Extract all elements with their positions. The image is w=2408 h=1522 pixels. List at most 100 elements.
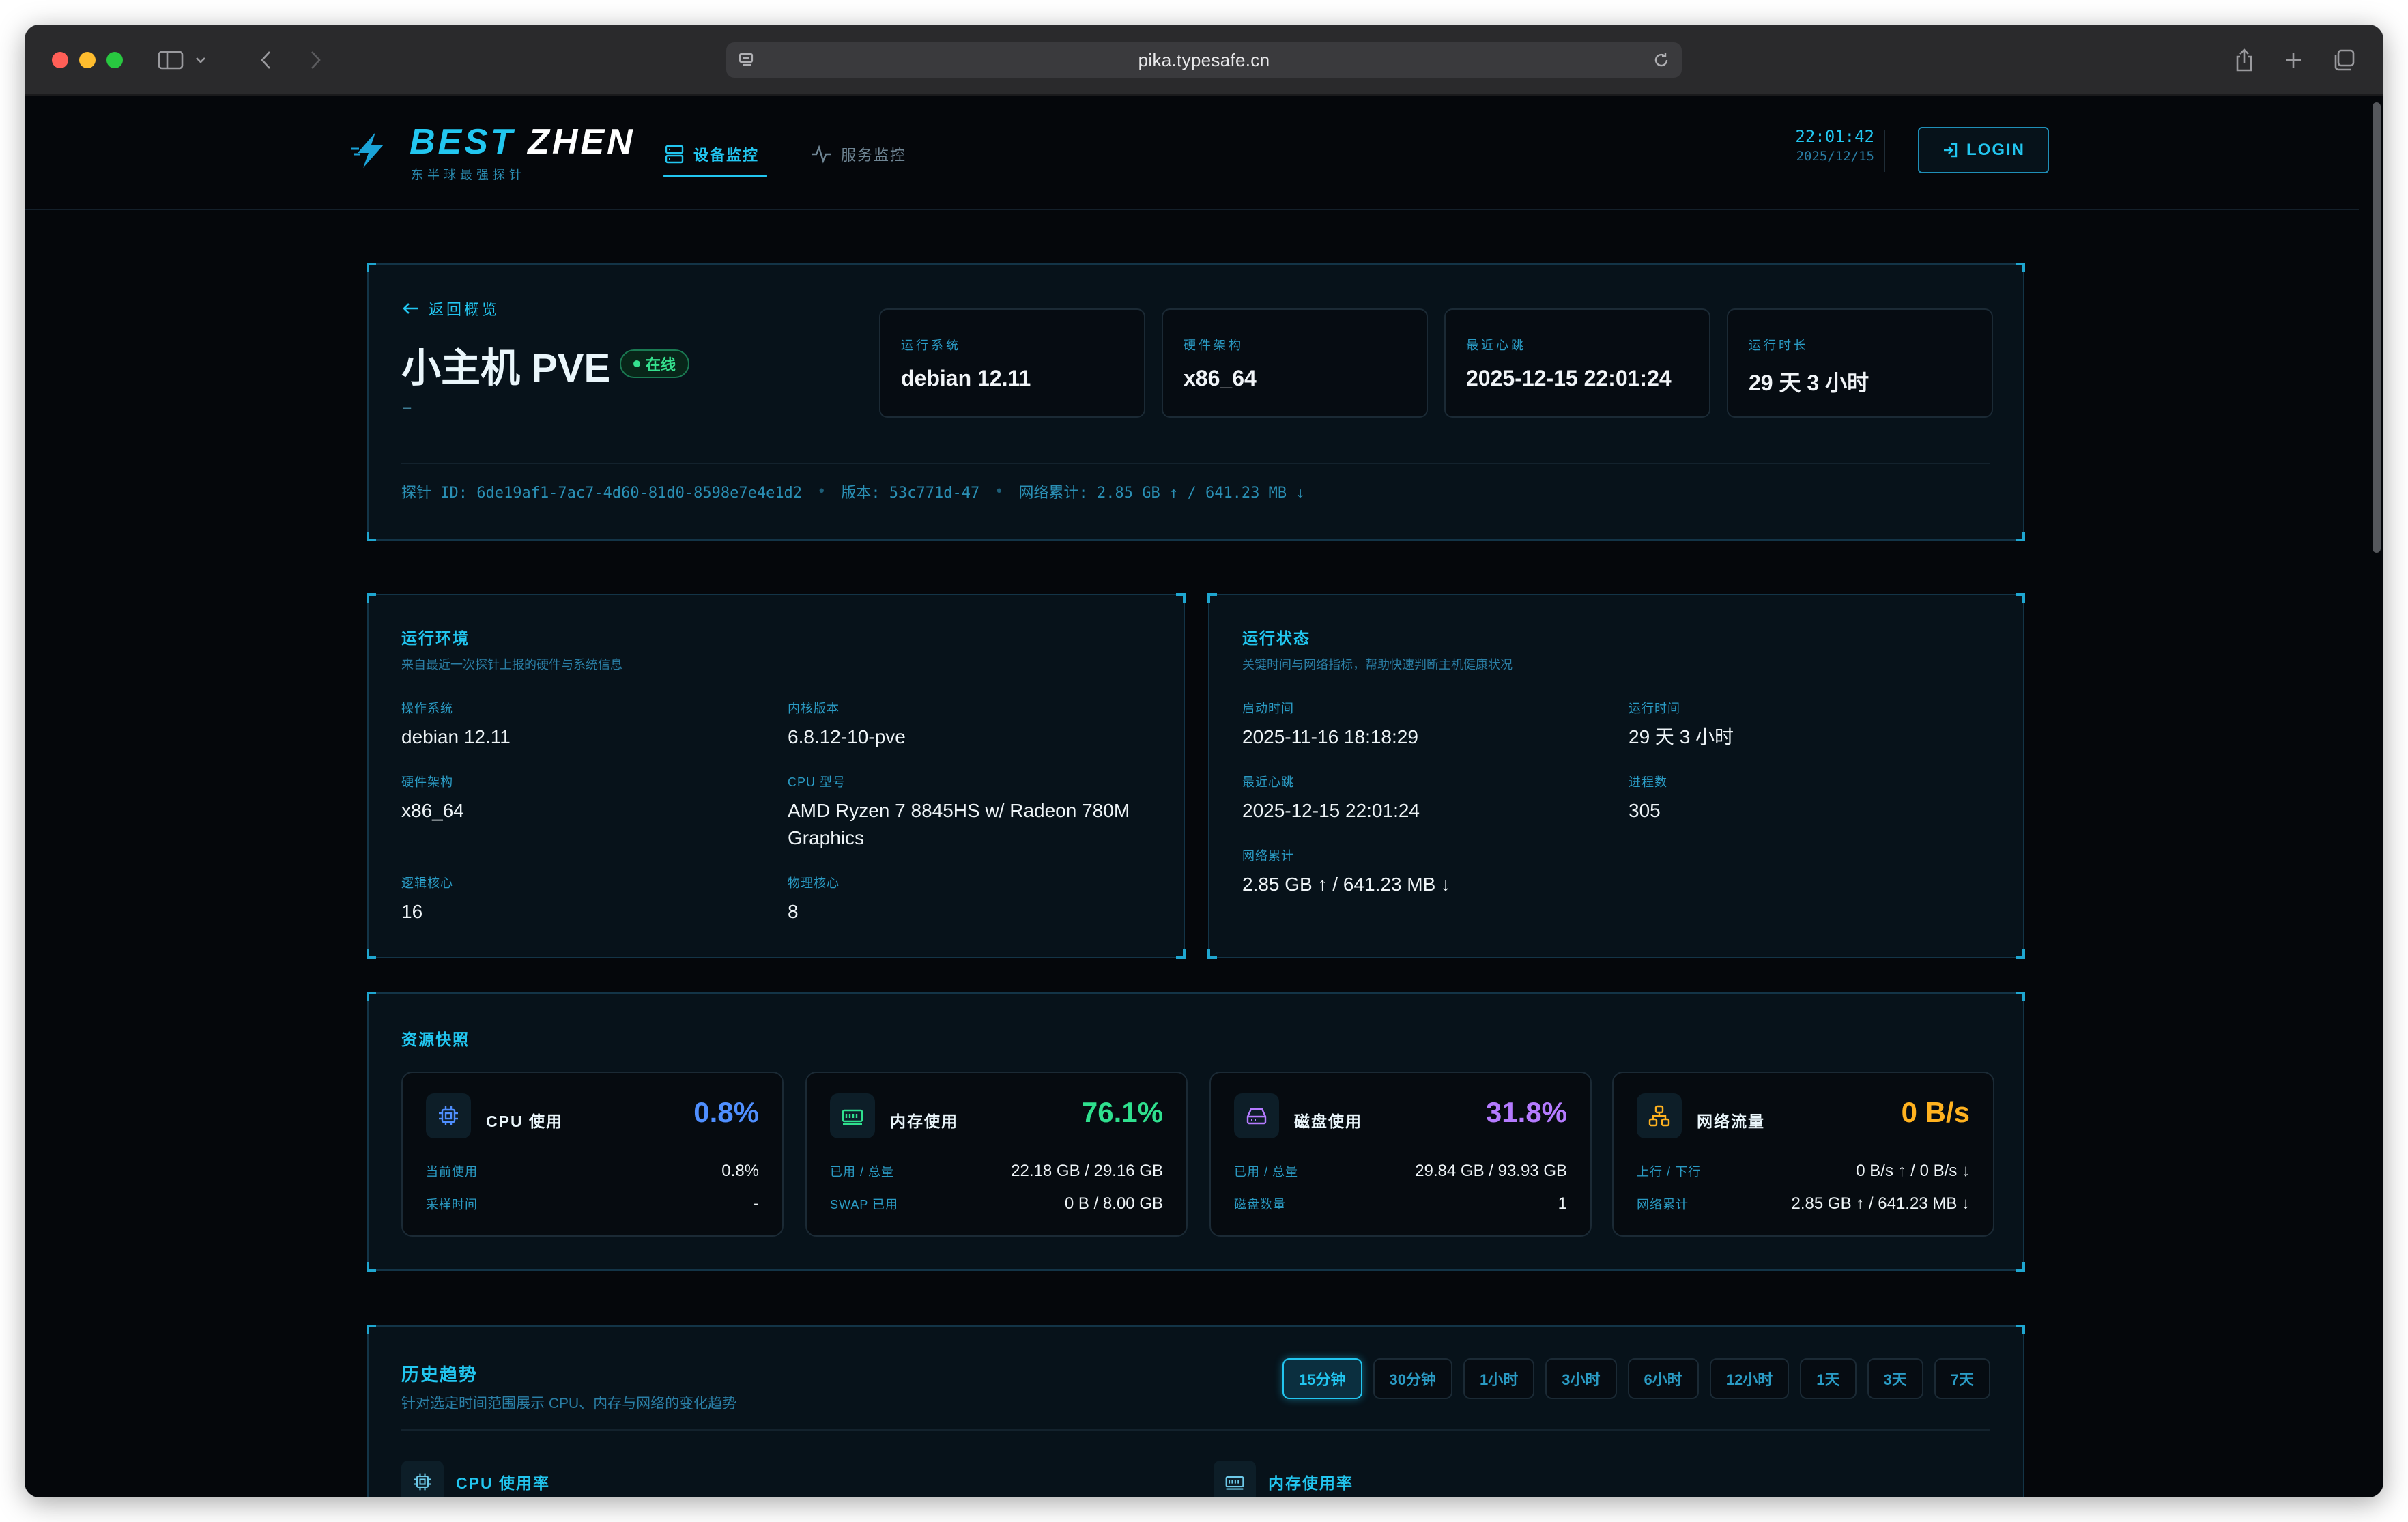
url-text: pika.typesafe.cn — [1138, 49, 1270, 70]
card-row: 已用 / 总量 22.18 GB / 29.16 GB — [830, 1162, 1163, 1181]
address-bar[interactable]: pika.typesafe.cn — [726, 42, 1682, 78]
status-net-total: 网络累计 2.85 GB ↑ / 641.23 MB ↓ — [1242, 846, 1450, 898]
card-title: CPU 使用 — [486, 1112, 563, 1130]
range-15m-button[interactable]: 15分钟 — [1282, 1358, 1362, 1399]
range-7d-button[interactable]: 7天 — [1934, 1358, 1990, 1399]
scrollbar[interactable] — [2373, 102, 2381, 553]
card-row: 网络累计 2.85 GB ↑ / 641.23 MB ↓ — [1637, 1194, 1970, 1214]
env-os: 操作系统 debian 12.11 — [401, 699, 511, 751]
row-value: 29.84 GB / 93.93 GB — [1415, 1162, 1567, 1180]
row-value: - — [754, 1194, 759, 1213]
nav-device-monitor[interactable]: 设备监控 — [663, 138, 759, 171]
row-value: 1 — [1558, 1194, 1567, 1213]
stat-arch: 硬件架构 x86_64 — [1162, 308, 1428, 418]
card-title: 内存使用 — [890, 1112, 958, 1130]
nav-service-monitor[interactable]: 服务监控 — [811, 138, 906, 171]
stat-value: x86_64 — [1184, 366, 1257, 390]
range-30m-button[interactable]: 30分钟 — [1373, 1358, 1453, 1399]
nav-device-monitor-label: 设备监控 — [693, 147, 760, 164]
time-range-selector: 15分钟 30分钟 1小时 3小时 6小时 12小时 1天 3天 7天 — [1282, 1358, 1990, 1399]
resources-title: 资源快照 — [401, 1031, 470, 1048]
cpu-chart-header: CPU 使用率 — [401, 1461, 550, 1497]
card-value: 31.8% — [1485, 1096, 1567, 1128]
back-label: 返回概览 — [429, 301, 500, 318]
brand-name-part-1: BEST — [410, 122, 515, 162]
browser-window: pika.typesafe.cn BEST ZHEN 东半球最强探针 设备监控 … — [25, 25, 2383, 1497]
status-value: 2.85 GB ↑ / 641.23 MB ↓ — [1242, 874, 1451, 895]
page-settings-icon[interactable] — [737, 51, 756, 73]
stat-uptime: 运行时长 29 天 3 小时 — [1727, 308, 1993, 418]
status-key: 进程数 — [1629, 775, 1667, 789]
login-button[interactable]: LOGIN — [1918, 127, 2049, 173]
env-key: 操作系统 — [401, 702, 453, 715]
history-trends-panel: 历史趋势 针对选定时间范围展示 CPU、内存与网络的变化趋势 15分钟 30分钟… — [367, 1325, 2025, 1497]
forward-nav-icon[interactable] — [302, 45, 329, 75]
chevron-down-icon[interactable] — [192, 45, 209, 75]
row-value: 0 B/s ↑ / 0 B/s ↓ — [1856, 1162, 1970, 1180]
stat-value: 29 天 3 小时 — [1749, 371, 1869, 395]
host-overview-panel: 返回概览 小主机 PVE 在线 – 运行系统 debian 12.11 硬件架构… — [367, 263, 2025, 541]
range-3h-button[interactable]: 3小时 — [1545, 1358, 1617, 1399]
status-dot — [633, 360, 640, 367]
environment-subtitle: 来自最近一次探针上报的硬件与系统信息 — [401, 658, 622, 672]
status-badge: 在线 — [620, 349, 690, 378]
divider — [401, 463, 1990, 464]
cpu-icon — [401, 1461, 444, 1497]
env-value: AMD Ryzen 7 8845HS w/ Radeon 780M Graphi… — [788, 800, 1130, 848]
range-12h-button[interactable]: 12小时 — [1709, 1358, 1790, 1399]
new-tab-icon[interactable] — [2280, 45, 2307, 75]
status-key: 启动时间 — [1242, 702, 1294, 715]
status-key: 运行时间 — [1629, 702, 1680, 715]
network-traffic-card: 网络流量 0 B/s 上行 / 下行 0 B/s ↑ / 0 B/s ↓ 网络累… — [1612, 1072, 1994, 1237]
probe-meta: 探针 ID: 6de19af1-7ac7-4d60-81d0-8598e7e4e… — [401, 480, 1305, 502]
minimize-window-button[interactable] — [79, 52, 96, 68]
brand-logo[interactable]: BEST ZHEN — [410, 121, 635, 162]
status-title: 运行状态 — [1242, 629, 1310, 647]
site-header: BEST ZHEN 东半球最强探针 设备监控 服务监控 22:01:42 202… — [25, 96, 2359, 210]
env-value: 6.8.12-10-pve — [788, 726, 906, 747]
probe-id: 探针 ID: 6de19af1-7ac7-4d60-81d0-8598e7e4e… — [401, 485, 803, 502]
card-row: 当前使用 0.8% — [426, 1162, 759, 1181]
card-value: 76.1% — [1081, 1096, 1163, 1128]
card-row: 采样时间 - — [426, 1194, 759, 1214]
env-kernel: 内核版本 6.8.12-10-pve — [788, 699, 1156, 751]
nav-active-indicator — [663, 175, 767, 177]
range-1h-button[interactable]: 1小时 — [1463, 1358, 1535, 1399]
back-to-overview-link[interactable]: 返回概览 — [401, 298, 500, 319]
env-value: 8 — [788, 901, 799, 922]
server-icon — [665, 145, 684, 164]
env-key: 物理核心 — [788, 876, 840, 890]
history-title: 历史趋势 — [401, 1364, 478, 1385]
memory-usage-card: 内存使用 76.1% 已用 / 总量 22.18 GB / 29.16 GB S… — [805, 1072, 1188, 1237]
cpu-icon — [426, 1093, 471, 1138]
env-value: 16 — [401, 901, 423, 922]
reload-icon[interactable] — [1652, 51, 1671, 73]
zoom-window-button[interactable] — [106, 52, 123, 68]
tab-overview-icon[interactable] — [2330, 45, 2357, 75]
stat-value: debian 12.11 — [901, 366, 1031, 390]
range-6h-button[interactable]: 6小时 — [1627, 1358, 1699, 1399]
stat-label: 运行系统 — [901, 339, 961, 352]
environment-panel: 运行环境 来自最近一次探针上报的硬件与系统信息 操作系统 debian 12.1… — [367, 593, 1186, 959]
brand-name-part-2: ZHEN — [528, 122, 635, 162]
range-3d-button[interactable]: 3天 — [1867, 1358, 1923, 1399]
memory-chart-title: 内存使用率 — [1268, 1474, 1353, 1492]
row-value: 2.85 GB ↑ / 641.23 MB ↓ — [1791, 1194, 1970, 1213]
back-nav-icon[interactable] — [253, 45, 280, 75]
stat-value: 2025-12-15 22:01:24 — [1466, 366, 1672, 390]
arrow-left-icon — [403, 303, 418, 314]
status-value: 29 天 3 小时 — [1629, 726, 1734, 747]
memory-icon — [830, 1093, 875, 1138]
stat-os: 运行系统 debian 12.11 — [879, 308, 1145, 418]
status-key: 网络累计 — [1242, 849, 1294, 863]
clock-date: 2025/12/15 — [1796, 149, 1874, 164]
close-window-button[interactable] — [52, 52, 68, 68]
status-value: 305 — [1629, 800, 1661, 821]
sidebar-toggle-icon[interactable] — [154, 45, 187, 75]
nav-service-monitor-label: 服务监控 — [841, 147, 907, 164]
row-key: 上行 / 下行 — [1637, 1165, 1702, 1179]
range-1d-button[interactable]: 1天 — [1800, 1358, 1857, 1399]
env-physical-cores: 物理核心 8 — [788, 874, 840, 925]
row-key: 网络累计 — [1637, 1198, 1689, 1211]
share-icon[interactable] — [2231, 45, 2258, 75]
